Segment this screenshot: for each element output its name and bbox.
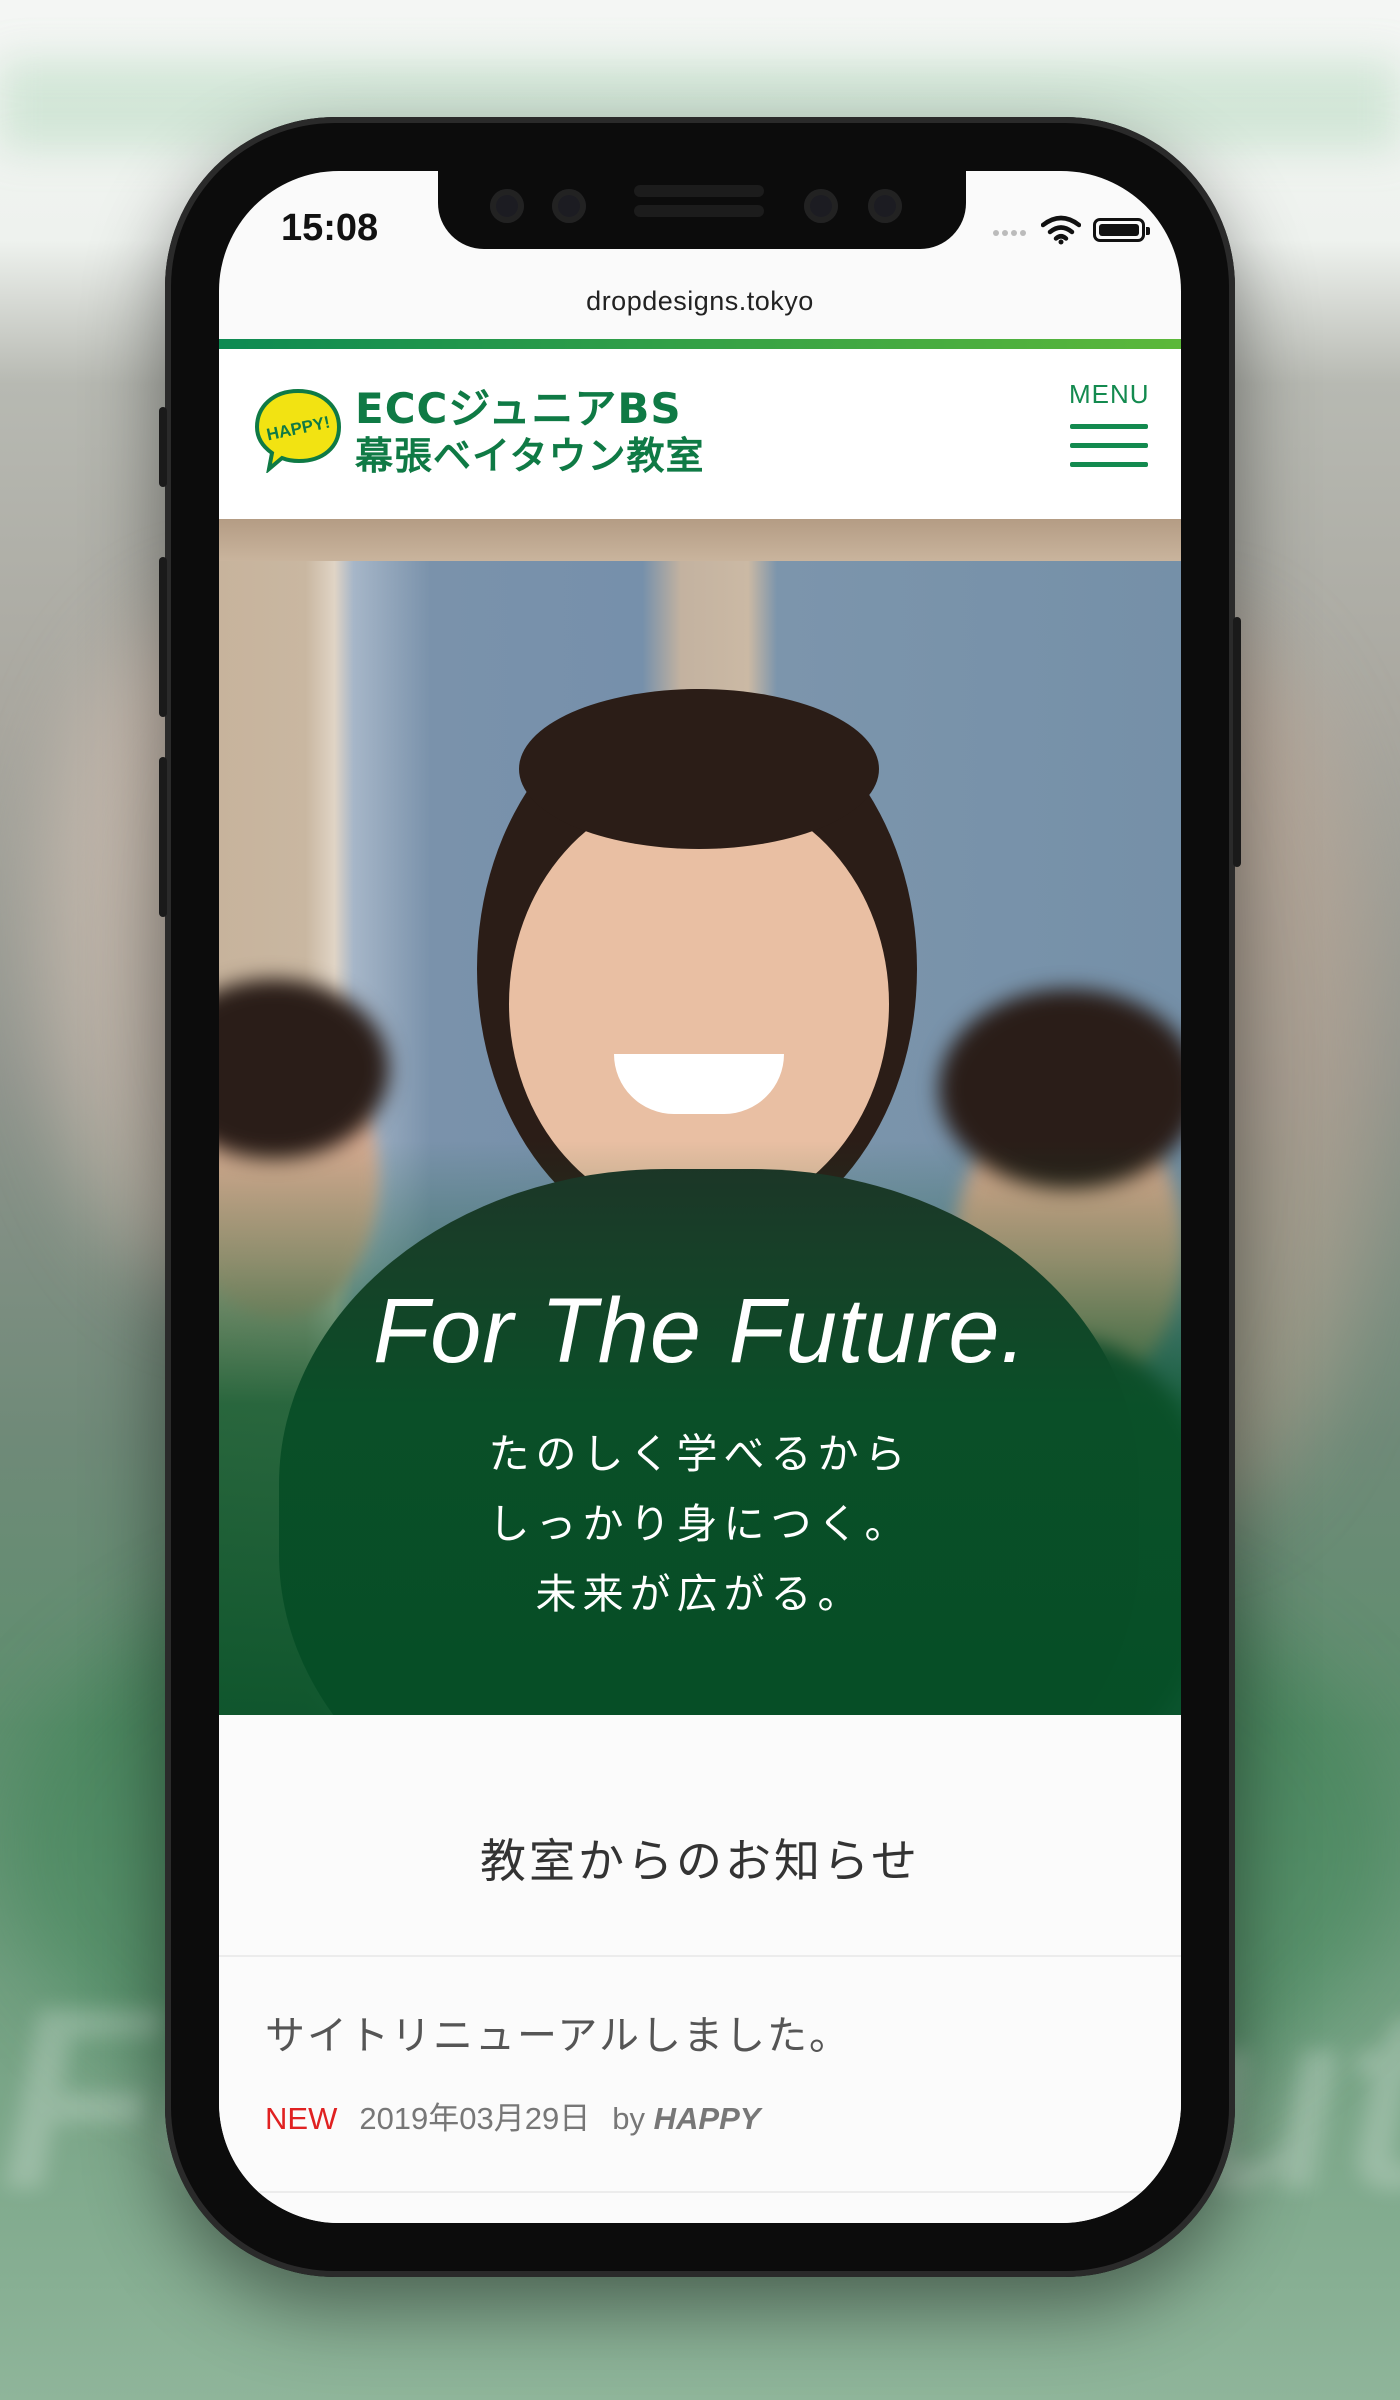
news-heading: 教室からのお知らせ: [479, 1834, 921, 1888]
logo-subtitle: 幕張ベイタウン教室: [355, 434, 705, 478]
mute-switch: [159, 407, 167, 487]
header-accent-line: [219, 339, 1181, 349]
hero-copy-line: たのしく学べるから: [488, 1430, 912, 1478]
menu-button[interactable]: MENU: [1069, 379, 1149, 479]
battery-icon: [1093, 218, 1150, 242]
volume-up-button: [159, 557, 167, 717]
hamburger-icon: [1070, 424, 1148, 429]
volume-down-button: [159, 757, 167, 917]
news-item-date: 2019年03月29日: [359, 2101, 591, 2136]
phone-screen: 15:08 dropdesigns.tokyo HAPPY! ECCジュニアBS…: [219, 171, 1181, 2223]
site-logo[interactable]: ECCジュニアBS 幕張ベイタウン教室: [355, 385, 704, 479]
hero-copy-line: しっかり身につく。: [488, 1500, 912, 1548]
divider: [219, 2191, 1181, 2193]
phone-frame: 15:08 dropdesigns.tokyo HAPPY! ECCジュニアBS…: [159, 117, 1241, 2277]
news-item-by: by: [612, 2101, 646, 2136]
status-icons: [993, 215, 1150, 245]
camera-icon: [868, 189, 902, 223]
power-button: [1233, 617, 1241, 867]
status-time: 15:08: [281, 207, 379, 249]
news-item-byline: by HAPPY: [612, 2101, 760, 2137]
camera-icon: [552, 189, 586, 223]
signal-dots-icon: [993, 221, 1029, 240]
hero-title: For The Future.: [372, 1280, 1028, 1382]
happy-logo-icon[interactable]: HAPPY!: [253, 385, 343, 473]
logo-title: ECCジュニアBS: [355, 384, 682, 433]
sensor-icon: [490, 189, 524, 223]
browser-url-bar[interactable]: dropdesigns.tokyo: [219, 271, 1181, 339]
new-badge: NEW: [265, 2101, 338, 2136]
sensor-icon: [804, 189, 838, 223]
hamburger-icon: [1070, 462, 1148, 467]
news-section: 教室からのお知らせ サイトリニューアルしました。 NEW 2019年03月29日…: [219, 1715, 1181, 2223]
speaker-icon: [634, 185, 764, 197]
hero-copy: たのしく学べるから しっかり身につく。 未来が広がる。: [219, 1419, 1181, 1629]
news-item[interactable]: サイトリニューアルしました。 NEW 2019年03月29日 by HAPPY: [219, 1957, 1181, 2193]
news-item-title[interactable]: サイトリニューアルしました。: [265, 2003, 851, 2061]
news-item-author[interactable]: HAPPY: [654, 2101, 761, 2136]
hero-section: For The Future. たのしく学べるから しっかり身につく。 未来が広…: [219, 519, 1181, 1715]
speaker-icon: [634, 205, 764, 217]
hero-copy-line: 未来が広がる。: [535, 1570, 865, 1618]
phone-notch: [438, 171, 966, 249]
site-header: HAPPY! ECCジュニアBS 幕張ベイタウン教室 MENU: [219, 349, 1181, 519]
wifi-icon: [1041, 215, 1081, 245]
hamburger-icon: [1070, 443, 1148, 448]
news-item-meta: NEW 2019年03月29日 by HAPPY: [265, 2093, 760, 2138]
menu-label: MENU: [1069, 379, 1150, 409]
